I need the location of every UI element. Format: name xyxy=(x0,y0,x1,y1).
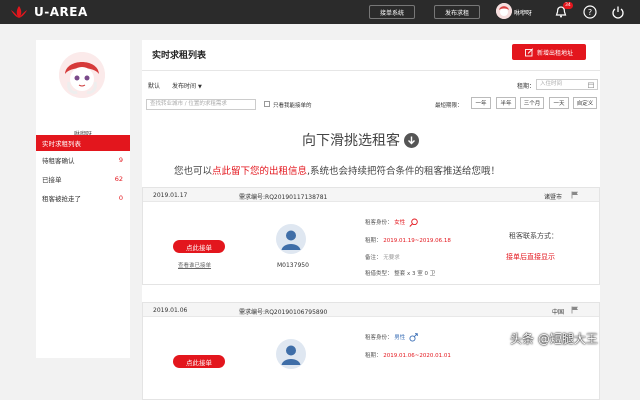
tenant-identity-value: 男性 xyxy=(394,335,406,341)
notification-badge: 34 xyxy=(563,2,573,9)
flag-icon[interactable] xyxy=(571,306,579,314)
card-request-code: 需求编号:RQ20190106795890 xyxy=(239,309,328,316)
rent-period-label: 租期： xyxy=(517,83,536,90)
male-icon xyxy=(409,333,418,342)
lotus-logo-icon xyxy=(11,6,27,18)
sidebar-item-count: 9 xyxy=(118,156,123,164)
scroll-hint: 向下滑挑选租客 xyxy=(302,130,419,150)
leave-info-link[interactable]: 点此留下您的出租信息 xyxy=(212,166,307,177)
sidebar-item-awaiting-confirm[interactable]: 待租客确认 9 xyxy=(36,152,130,168)
sidebar-item-tenant-taken[interactable]: 租客被抢走了 0 xyxy=(36,190,130,206)
avatar-image-icon xyxy=(59,52,105,98)
rent-period: 租期： 2019.01.19~2019.06.18 xyxy=(365,236,451,244)
avatar-image-icon xyxy=(496,3,512,19)
brand-name: U-AREA xyxy=(34,5,88,19)
top-bar: U-AREA 接单系统 发布求租 咻咿呀 34 ? xyxy=(0,0,640,24)
sidebar-item-accepted[interactable]: 已接单 62 xyxy=(36,171,130,187)
tenant-contact-value: 接单后直接显示 xyxy=(506,253,555,261)
card-header: 2019.01.06 需求编号:RQ20190106795890 中国 xyxy=(143,303,599,317)
divider xyxy=(142,70,600,71)
card-city: 中国 xyxy=(552,309,565,316)
sidebar-item-realtime-list[interactable]: 实时求租列表 xyxy=(36,135,130,151)
arrow-down-icon[interactable] xyxy=(404,132,419,148)
flag-icon[interactable] xyxy=(571,191,579,199)
tenant-contact-label: 租客联系方式： xyxy=(509,232,558,240)
scroll-hint-text: 向下滑挑选租客 xyxy=(302,133,400,149)
notice-prefix: 您也可以 xyxy=(174,166,213,177)
remark-value: 无要求 xyxy=(383,255,400,261)
rental-type-label: 租借类型： xyxy=(365,271,393,277)
avatar[interactable] xyxy=(496,3,512,19)
view-takers-link[interactable]: 查看谁已接单 xyxy=(178,261,211,269)
period-one-day-button[interactable]: 一天 xyxy=(549,97,569,109)
caret-down-icon: ▼ xyxy=(197,84,202,90)
nav-publish-request-button[interactable]: 发布求租 xyxy=(434,5,480,19)
sort-publish-time[interactable]: 发布时间 ▼ xyxy=(172,81,202,90)
rent-period-field-label: 租期： xyxy=(365,353,382,359)
move-in-date-placeholder: 入住时间 xyxy=(540,81,563,87)
logo[interactable]: U-AREA xyxy=(10,5,88,19)
user-avatar-icon xyxy=(276,224,306,254)
user-avatar-icon xyxy=(276,339,306,369)
sort-default[interactable]: 默认 xyxy=(148,81,160,90)
sidebar-item-label: 已接单 xyxy=(42,176,62,184)
sort-publish-time-label: 发布时间 xyxy=(172,83,197,90)
sidebar-item-label: 租客被抢走了 xyxy=(42,195,81,203)
calendar-icon xyxy=(588,82,594,88)
tenant-identity: 租客身份： 男性 xyxy=(365,333,418,342)
add-rental-address-label: 新增出租地址 xyxy=(536,49,573,57)
add-rental-address-button[interactable]: 新增出租地址 xyxy=(512,44,586,60)
sidebar-item-label: 实时求租列表 xyxy=(42,140,81,148)
min-period-label: 最短期限： xyxy=(435,103,463,109)
sidebar-item-count: 0 xyxy=(118,194,123,202)
request-card: 2019.01.17 需求编号:RQ20190117138781 诸暨市 点此接… xyxy=(142,187,600,285)
svg-text:?: ? xyxy=(588,8,592,17)
sidebar: 咻咿呀 实时求租列表 待租客确认 9 已接单 62 租客被抢走了 0 xyxy=(36,40,130,358)
card-date: 2019.01.06 xyxy=(153,307,188,314)
request-card: 2019.01.06 需求编号:RQ20190106795890 中国 点此接单… xyxy=(142,302,600,400)
search-placeholder: 查找转业城市 / 位置的求租需求 xyxy=(150,101,227,107)
watermark: 头条 @短腿大王 xyxy=(510,332,598,346)
rent-period-field-label: 租期： xyxy=(365,238,382,244)
period-custom-button[interactable]: 自定义 xyxy=(573,97,597,109)
card-date: 2019.01.17 xyxy=(153,192,188,199)
edit-icon xyxy=(525,47,534,56)
search-input[interactable]: 查找转业城市 / 位置的求租需求 xyxy=(146,99,256,110)
main-panel: 实时求租列表 新增出租地址 默认 发布时间 ▼ 租期： 入住时间 查找转业城市 … xyxy=(142,40,600,400)
rent-period-value: 2019.01.19~2019.06.18 xyxy=(383,238,451,244)
only-acceptable-checkbox[interactable] xyxy=(264,101,270,107)
help-icon[interactable]: ? xyxy=(582,4,598,20)
female-search-icon xyxy=(409,218,418,227)
rent-period-value: 2019.01.06~2020.01.01 xyxy=(383,353,451,359)
tenant-identity-value: 女性 xyxy=(394,220,406,226)
card-header: 2019.01.17 需求编号:RQ20190117138781 诸暨市 xyxy=(143,188,599,202)
rental-type-value: 整套 x 3 室 0 卫 xyxy=(394,271,436,277)
move-in-date-input[interactable]: 入住时间 xyxy=(536,79,598,90)
rental-type: 租借类型： 整套 x 3 室 0 卫 xyxy=(365,269,435,277)
card-city: 诸暨市 xyxy=(544,194,563,201)
period-half-year-button[interactable]: 半年 xyxy=(496,97,516,109)
take-order-button[interactable]: 点此接单 xyxy=(173,355,225,368)
top-username[interactable]: 咻咿呀 xyxy=(514,8,532,17)
tenant-identity-label: 租客身份： xyxy=(365,335,393,341)
sidebar-item-count: 62 xyxy=(114,175,123,183)
sidebar-avatar[interactable] xyxy=(59,52,105,98)
period-three-months-button[interactable]: 三个月 xyxy=(520,97,544,109)
remark-label: 备注： xyxy=(365,255,382,261)
take-order-button[interactable]: 点此接单 xyxy=(173,240,225,253)
page-title: 实时求租列表 xyxy=(152,51,207,61)
remark: 备注： 无要求 xyxy=(365,253,400,261)
card-user-id: M0137950 xyxy=(277,262,309,269)
period-one-year-button[interactable]: 一年 xyxy=(471,97,491,109)
leave-info-notice: 您也可以点此留下您的出租信息,系统也会持续把符合条件的租客推送给您哦！ xyxy=(174,163,500,177)
sidebar-item-label: 待租客确认 xyxy=(42,157,75,165)
only-acceptable-label: 只看我能接单的 xyxy=(273,103,312,109)
power-icon[interactable] xyxy=(610,4,626,20)
card-request-code: 需求编号:RQ20190117138781 xyxy=(239,194,328,201)
notice-suffix: ,系统也会持续把符合条件的租客推送给您哦！ xyxy=(307,166,501,177)
nav-order-system-button[interactable]: 接单系统 xyxy=(369,5,415,19)
tenant-identity: 租客身份： 女性 xyxy=(365,218,419,227)
tenant-identity-label: 租客身份： xyxy=(365,220,393,226)
